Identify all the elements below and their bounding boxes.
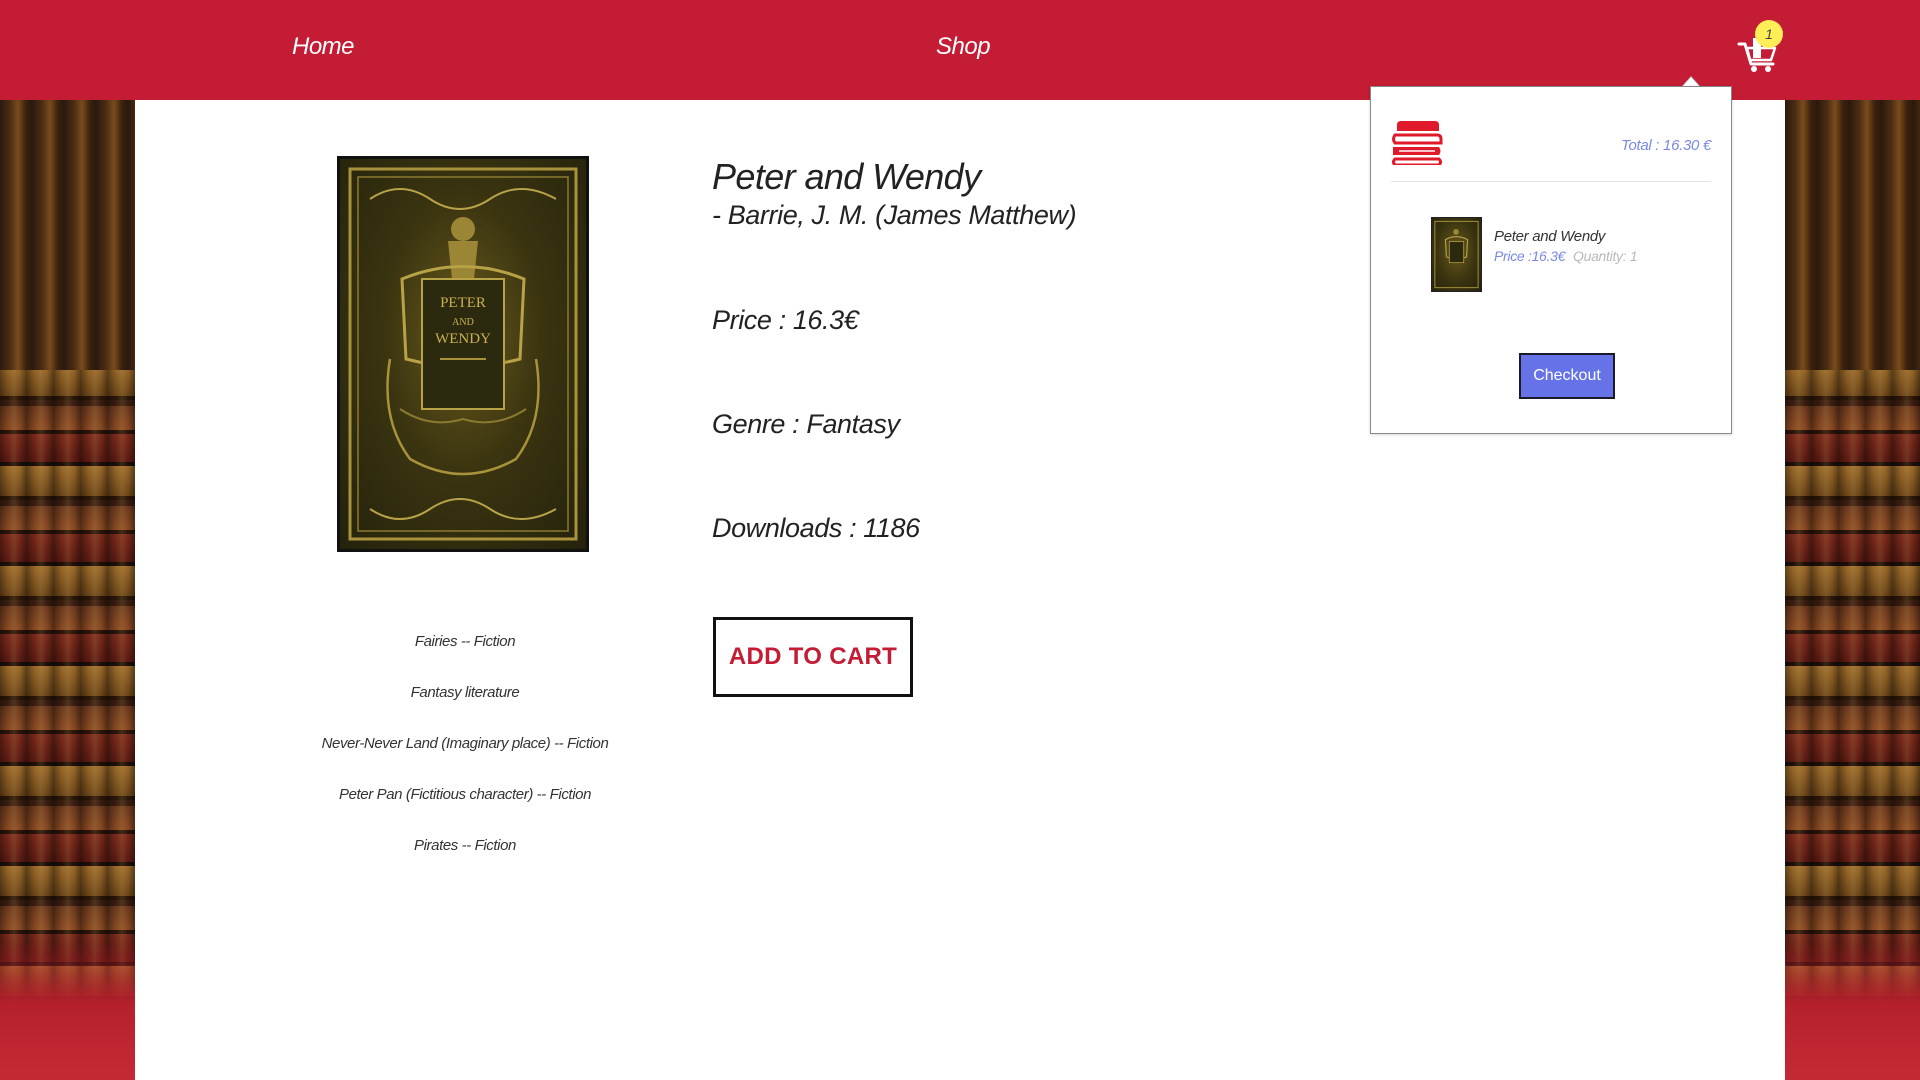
top-navbar: Home Shop [0,0,1920,100]
bookshelf-background-right [1785,100,1920,1080]
book-cover-image: PETER AND WENDY [337,156,589,552]
cart-item-quantity: Quantity: 1 [1573,248,1638,264]
product-title: Peter and Wendy [712,156,981,197]
cart-dropdown: Total : 16.30 € Peter and Wendy Price :1… [1370,86,1732,434]
cart-item-price: Price :16.3€ [1494,248,1566,264]
product-genre: Genre : Fantasy [712,409,900,439]
cart-item-name: Peter and Wendy [1494,228,1606,245]
product-price: Price : 16.3€ [712,305,859,335]
cover-title-line-2: AND [452,317,474,328]
subject-tag[interactable]: Never-Never Land (Imaginary place) -- Fi… [255,735,675,752]
subject-tag[interactable]: Pirates -- Fiction [255,837,675,854]
cart-count-badge: 1 [1755,20,1783,48]
add-to-cart-button[interactable]: ADD TO CART [713,617,913,697]
divider [1391,181,1711,182]
subject-tag[interactable]: Fantasy literature [255,684,675,701]
cover-title-line-3: WENDY [435,331,491,347]
product-downloads: Downloads : 1186 [712,513,920,543]
bookshelf-background-left [0,100,135,1080]
subject-tag[interactable]: Fairies -- Fiction [255,633,675,650]
cart-total: Total : 16.30 € [1620,137,1711,154]
subject-tag[interactable]: Peter Pan (Fictitious character) -- Fict… [255,786,675,803]
books-stack-icon [1391,119,1443,167]
product-author: - Barrie, J. M. (James Matthew) [712,200,1077,230]
cart-item-thumbnail [1431,217,1482,292]
nav-home-link[interactable]: Home [292,33,355,61]
nav-shop-link[interactable]: Shop [936,33,991,61]
checkout-button[interactable]: Checkout [1519,353,1615,399]
cover-title-line-1: PETER [440,295,486,311]
